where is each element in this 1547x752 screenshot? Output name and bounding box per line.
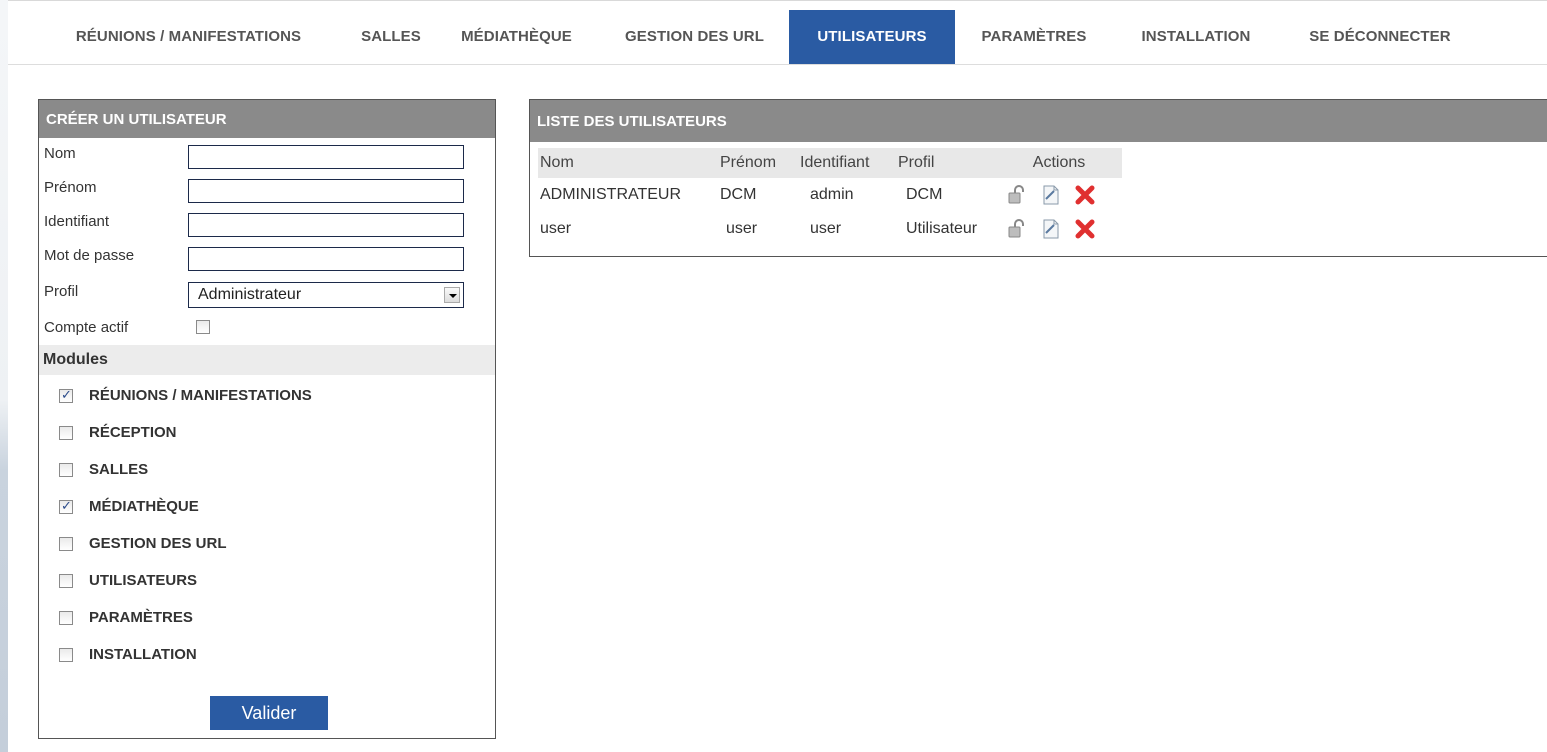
delete-icon[interactable] (1074, 185, 1096, 205)
create-user-panel: CRÉER UN UTILISATEUR Nom Prénom Identifi… (38, 99, 496, 739)
cell-identifiant: user (810, 220, 842, 237)
cell-nom: ADMINISTRATEUR (540, 186, 682, 203)
module-row-reunions: RÉUNIONS / MANIFESTATIONS (39, 377, 495, 414)
modules-list: RÉUNIONS / MANIFESTATIONS RÉCEPTION SALL… (39, 375, 495, 673)
cell-actions (996, 178, 1122, 212)
cell-identifiant: admin (810, 186, 854, 203)
module-row-parametres: PARAMÈTRES (39, 599, 495, 636)
module-row-utilisateurs: UTILISATEURS (39, 562, 495, 599)
table-row: ADMINISTRATEUR DCM admin DCM (538, 178, 1122, 212)
column-header-prenom: Prénom (718, 148, 798, 178)
module-row-salles: SALLES (39, 451, 495, 488)
nav-divider (8, 64, 1547, 65)
nav-item-salles[interactable]: SALLES (349, 10, 433, 64)
nav-item-gestion-url[interactable]: GESTION DES URL (600, 10, 789, 64)
main-navigation: RÉUNIONS / MANIFESTATIONS SALLES MÉDIATH… (28, 10, 1481, 64)
cell-actions (996, 212, 1122, 246)
top-border (8, 0, 1547, 1)
create-user-title: CRÉER UN UTILISATEUR (39, 100, 495, 138)
module-label: UTILISATEURS (89, 572, 198, 589)
module-checkbox-utilisateurs[interactable] (59, 574, 73, 588)
table-row: user user user Utilisateur (538, 212, 1122, 246)
module-checkbox-installation[interactable] (59, 648, 73, 662)
module-label: MÉDIATHÈQUE (89, 498, 199, 515)
cell-nom: user (540, 220, 572, 237)
password-label: Mot de passe (44, 247, 135, 264)
column-header-identifiant: Identifiant (798, 148, 896, 178)
submit-button[interactable]: Valider (210, 696, 328, 730)
nav-item-logout[interactable]: SE DÉCONNECTER (1279, 10, 1481, 64)
nav-item-installation[interactable]: INSTALLATION (1113, 10, 1279, 64)
lock-icon[interactable] (1006, 185, 1028, 205)
profil-row: Profil Administrateur (39, 275, 495, 309)
module-row-reception: RÉCEPTION (39, 414, 495, 451)
module-checkbox-gestion-url[interactable] (59, 537, 73, 551)
actif-label: Compte actif (44, 319, 129, 336)
edit-icon[interactable] (1040, 185, 1062, 205)
cell-profil: Utilisateur (906, 220, 978, 237)
identifiant-row: Identifiant (39, 207, 495, 241)
column-header-nom: Nom (538, 148, 718, 178)
actif-checkbox[interactable] (196, 320, 210, 334)
nav-item-utilisateurs[interactable]: UTILISATEURS (789, 10, 955, 64)
module-label: PARAMÈTRES (89, 609, 193, 626)
module-row-installation: INSTALLATION (39, 636, 495, 673)
actif-row: Compte actif (39, 309, 495, 343)
prenom-label: Prénom (44, 179, 97, 196)
column-header-actions: Actions (996, 148, 1122, 178)
nav-item-mediatheque[interactable]: MÉDIATHÈQUE (433, 10, 600, 64)
user-list-panel: LISTE DES UTILISATEURS Nom Prénom Identi… (529, 99, 1547, 257)
user-list-title: LISTE DES UTILISATEURS (530, 100, 1547, 142)
module-label: RÉUNIONS / MANIFESTATIONS (89, 387, 312, 404)
nav-item-parametres[interactable]: PARAMÈTRES (955, 10, 1113, 64)
module-label: RÉCEPTION (89, 424, 177, 441)
lock-icon[interactable] (1006, 219, 1028, 239)
password-input[interactable] (188, 247, 464, 271)
window-left-edge (0, 0, 8, 752)
identifiant-input[interactable] (188, 213, 464, 237)
module-checkbox-parametres[interactable] (59, 611, 73, 625)
delete-icon[interactable] (1074, 219, 1096, 239)
prenom-row: Prénom (39, 173, 495, 207)
password-row: Mot de passe (39, 241, 495, 275)
nom-input[interactable] (188, 145, 464, 169)
nom-label: Nom (44, 145, 76, 162)
identifiant-label: Identifiant (44, 213, 110, 230)
module-checkbox-salles[interactable] (59, 463, 73, 477)
module-checkbox-mediatheque[interactable] (59, 498, 73, 514)
module-checkbox-reception[interactable] (59, 426, 73, 440)
module-row-gestion-url: GESTION DES URL (39, 525, 495, 562)
profil-select[interactable]: Administrateur (188, 282, 464, 308)
cell-prenom: DCM (720, 186, 757, 203)
user-table: Nom Prénom Identifiant Profil Actions AD… (538, 148, 1122, 246)
module-label: SALLES (89, 461, 149, 478)
modules-heading: Modules (39, 345, 495, 375)
prenom-input[interactable] (188, 179, 464, 203)
edit-icon[interactable] (1040, 219, 1062, 239)
nav-item-reunions[interactable]: RÉUNIONS / MANIFESTATIONS (28, 10, 349, 64)
cell-prenom: user (726, 220, 758, 237)
profil-select-value: Administrateur (198, 286, 302, 303)
module-checkbox-reunions[interactable] (59, 387, 73, 403)
module-label: INSTALLATION (89, 646, 197, 663)
cell-profil: DCM (906, 186, 943, 203)
profil-label: Profil (44, 283, 79, 300)
column-header-profil: Profil (896, 148, 996, 178)
table-header-row: Nom Prénom Identifiant Profil Actions (538, 148, 1122, 178)
module-label: GESTION DES URL (89, 535, 227, 552)
module-row-mediatheque: MÉDIATHÈQUE (39, 488, 495, 525)
nom-row: Nom (39, 138, 495, 173)
chevron-down-icon[interactable] (444, 287, 460, 303)
